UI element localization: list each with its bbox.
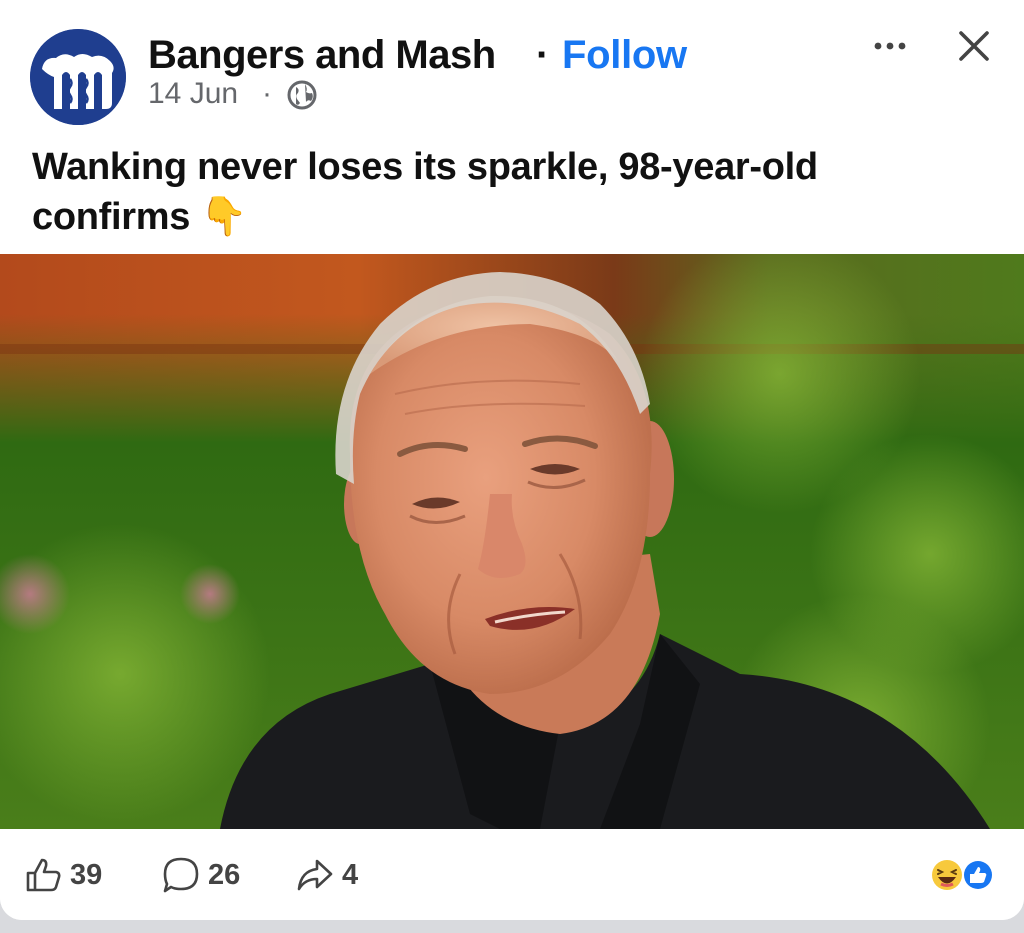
like-icon [26, 858, 61, 892]
like-reaction-icon [962, 859, 994, 891]
page-logo-icon [30, 29, 126, 125]
like-button[interactable]: 39 [24, 855, 102, 895]
follow-button[interactable]: Follow [562, 33, 687, 78]
post-footer: 39 26 4 [0, 829, 1024, 920]
globe-icon [287, 80, 317, 110]
page-name-link[interactable]: Bangers and Mash [148, 33, 496, 78]
post-photo[interactable] [0, 254, 1024, 829]
share-icon [297, 859, 333, 891]
elderly-man-photo [0, 254, 1024, 829]
share-count: 4 [342, 858, 359, 891]
haha-reaction-icon [932, 860, 962, 890]
post-text: Wanking never loses its sparkle, 98-year… [32, 146, 818, 238]
header-separator: · [536, 33, 550, 77]
comment-button[interactable]: 26 [162, 855, 240, 895]
comment-icon [163, 857, 199, 893]
close-icon[interactable] [950, 22, 998, 70]
more-options-icon[interactable] [868, 30, 912, 62]
date-separator: · [262, 77, 272, 110]
like-count: 39 [70, 858, 103, 891]
page-avatar[interactable] [30, 29, 126, 125]
post-card: Bangers and Mash · Follow 14 Jun · Wanki… [0, 0, 1024, 920]
reactions-summary[interactable] [930, 858, 996, 892]
post-date[interactable]: 14 Jun [148, 77, 238, 111]
share-button[interactable]: 4 [296, 855, 358, 895]
comment-count: 26 [208, 858, 241, 891]
